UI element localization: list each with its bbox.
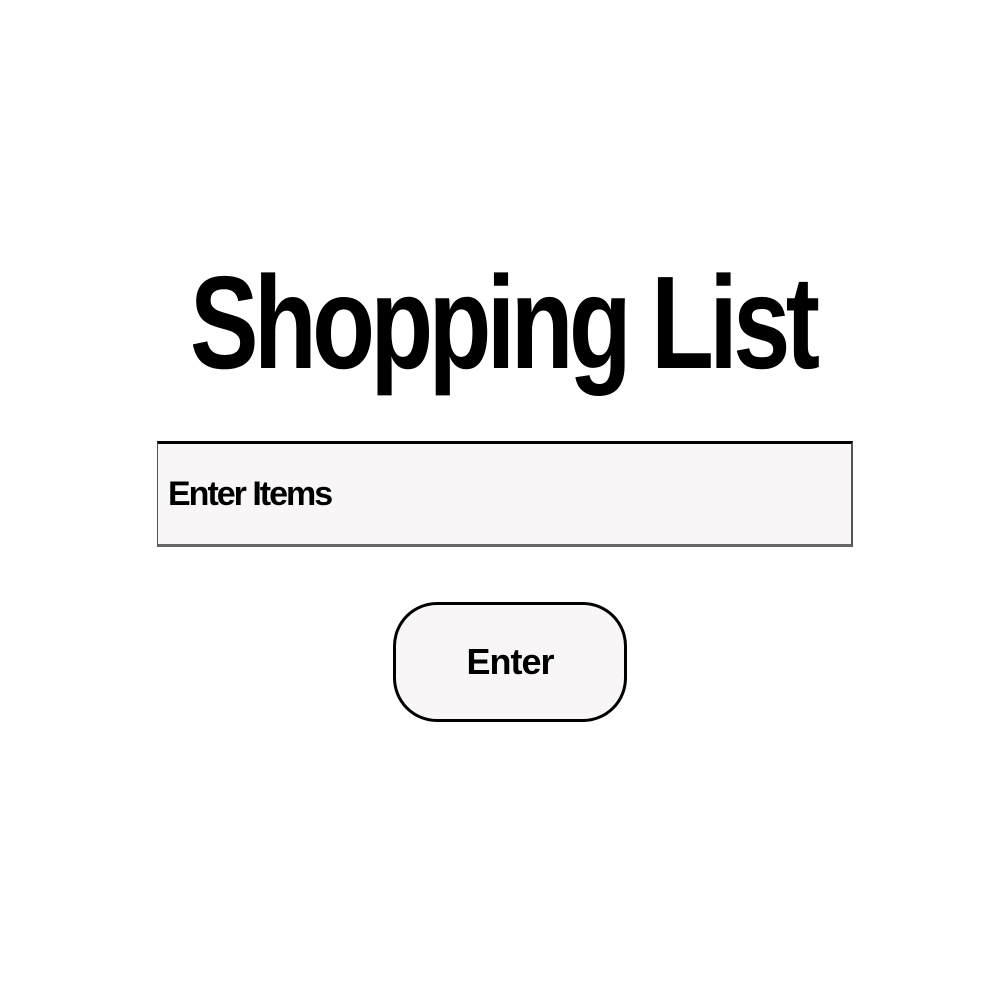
shopping-list-page: Shopping List Enter [0,0,1000,1000]
items-input-container [157,441,853,547]
items-input[interactable] [158,444,851,544]
page-title: Shopping List [189,249,820,396]
enter-button[interactable]: Enter [393,602,627,722]
